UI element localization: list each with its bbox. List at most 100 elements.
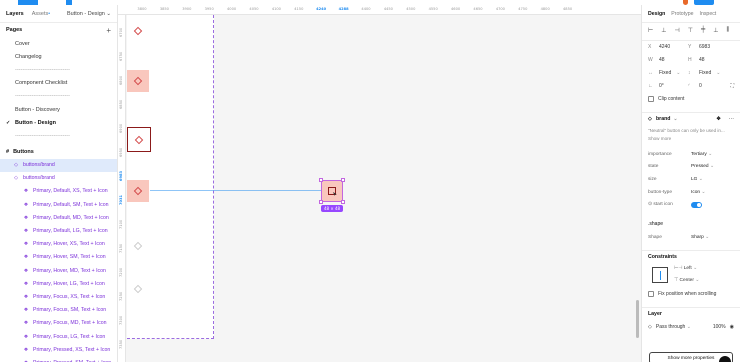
x-field[interactable]: X 4240: [648, 44, 688, 50]
tab-prototype[interactable]: Prototype: [671, 11, 693, 17]
tab-inspect[interactable]: Inspect: [700, 11, 717, 17]
layer-blend-row: ◇ Pass through ⌄ 100% ◉: [642, 321, 740, 334]
check-icon: ✓: [6, 119, 11, 126]
variant-select[interactable]: Icon ⌄: [691, 190, 705, 195]
selected-button[interactable]: [319, 178, 345, 204]
blend-mode-select[interactable]: Pass through ⌄: [656, 324, 691, 330]
constraint-vertical-select[interactable]: ⊤ Center ⌄: [674, 275, 699, 287]
show-more-link[interactable]: Show more: [642, 136, 740, 145]
layer-item[interactable]: ❖ Primary, Focus, MD, Text + Icon: [0, 317, 117, 330]
layer-item[interactable]: ❖ Primary, Default, MD, Text + Icon: [0, 211, 117, 224]
tab-design[interactable]: Design: [648, 11, 665, 17]
distribute-icon[interactable]: ⫼: [726, 27, 729, 34]
tab-assets[interactable]: Assets•: [32, 11, 50, 17]
page-item[interactable]: ------------------------------: [0, 63, 117, 76]
align-top-icon[interactable]: ⊤: [688, 27, 693, 34]
expand-radius-icon[interactable]: ⛶: [730, 83, 734, 89]
h-field[interactable]: H 48: [688, 57, 728, 63]
page-selector[interactable]: Button - Design ⌄: [67, 11, 111, 17]
w-field[interactable]: W 48: [648, 57, 688, 63]
fix-position-row[interactable]: Fix position when scrolling: [642, 288, 740, 301]
ruler-tick: 3900: [182, 7, 192, 11]
constraints-widget[interactable]: [652, 266, 668, 283]
layer-item[interactable]: ❖ Primary, Hover, MD, Text + Icon: [0, 264, 117, 277]
component-frame[interactable]: [127, 15, 214, 339]
variant-swatch[interactable]: [127, 70, 149, 92]
add-page-icon[interactable]: +: [106, 26, 111, 35]
align-left-icon[interactable]: ⊢: [648, 27, 653, 34]
fix-position-checkbox[interactable]: [648, 291, 654, 298]
properties-panel: Design Prototype Inspect ⊢ ⊥ ⊣ ⊤ ╪ ⊥ ⫼ X…: [641, 5, 740, 362]
ruler-tick: 4600: [451, 7, 461, 11]
layer-item[interactable]: ❖ Primary, Focus, SM, Text + Icon: [0, 304, 117, 317]
canvas[interactable]: 3800 3850 3900 3950 4000 4050 4100 4150 4240 4288…: [118, 5, 641, 362]
tab-layers[interactable]: Layers: [6, 11, 24, 17]
w-resizing-select[interactable]: ↔ Fixed ⌄: [648, 70, 688, 76]
layer-item[interactable]: ❖ Primary, Hover, XS, Text + Icon: [0, 238, 117, 251]
variant-icon: ❖: [23, 293, 29, 300]
chevron-down-icon: ⌄: [708, 164, 714, 170]
instance-name[interactable]: brand: [656, 116, 670, 122]
ruler-tick: 7200: [119, 267, 123, 277]
variant-icon: ❖: [23, 346, 29, 353]
more-icon[interactable]: ···: [729, 116, 734, 122]
ruler-tick: 6850: [119, 99, 123, 109]
clip-content-checkbox[interactable]: [648, 96, 654, 103]
layer-item[interactable]: ❖ Primary, Default, SM, Text + Icon: [0, 198, 117, 211]
position-row: X 4240 Y 6983: [642, 40, 740, 53]
variant-diamond[interactable]: [127, 20, 149, 42]
ruler-tick: 6983: [119, 170, 123, 181]
variant-select[interactable]: Pressed ⌄: [691, 164, 714, 169]
ruler-tick: 4050: [249, 7, 259, 11]
start-icon-toggle[interactable]: [691, 201, 702, 208]
resize-handle[interactable]: [319, 178, 323, 182]
variant-select[interactable]: Tertiary ⌄: [691, 152, 712, 157]
variant-pressed[interactable]: [127, 180, 149, 202]
resize-handle[interactable]: [319, 200, 323, 204]
go-to-component-icon[interactable]: ✥: [716, 116, 720, 122]
ruler-tick: 4800: [540, 7, 550, 11]
resize-handle[interactable]: [341, 200, 345, 204]
align-middle-icon[interactable]: ╪: [701, 27, 705, 33]
variant-icon: ❖: [23, 280, 29, 287]
chevron-down-icon[interactable]: ⌄: [673, 116, 677, 122]
h-resizing-select[interactable]: ↕ Fixed ⌄: [688, 70, 728, 76]
eye-icon[interactable]: ◉: [730, 324, 734, 330]
page-item[interactable]: Changelog: [0, 50, 117, 63]
rotation-field[interactable]: ∟ 0°: [648, 83, 688, 89]
opacity-field[interactable]: 100%: [713, 324, 726, 330]
layer-item[interactable]: ❖ Primary, Default, LG, Text + Icon: [0, 224, 117, 237]
clip-content-row[interactable]: Clip content: [642, 93, 740, 106]
ruler-tick: 4450: [383, 7, 393, 11]
layer-item[interactable]: ❖ Primary, Focus, LG, Text + Icon: [0, 330, 117, 343]
shape-select[interactable]: Sharp ⌄: [691, 235, 709, 240]
align-right-icon[interactable]: ⊣: [674, 27, 679, 34]
page-item[interactable]: Cover: [0, 37, 117, 50]
ruler-tick: 3950: [204, 7, 214, 11]
canvas-scrollbar[interactable]: [636, 300, 639, 338]
align-center-icon[interactable]: ⊥: [661, 27, 666, 34]
layer-item[interactable]: ❖ Primary, Focus, XS, Text + Icon: [0, 290, 117, 303]
layer-item[interactable]: ❖ Primary, Default, XS, Text + Icon: [0, 185, 117, 198]
layer-item[interactable]: ❖ Primary, Hover, LG, Text + Icon: [0, 277, 117, 290]
layer-selected[interactable]: ◇ buttons/brand: [0, 158, 117, 172]
help-button[interactable]: [719, 356, 731, 362]
layer-item[interactable]: ❖Primary, Pressed, SM, Text + Icon: [0, 356, 117, 362]
page-item[interactable]: Button - Discovery: [0, 103, 117, 116]
page-item[interactable]: ✓ Button - Design: [0, 116, 117, 129]
variant-focus[interactable]: [127, 127, 151, 152]
page-item[interactable]: ------------------------------: [0, 90, 117, 103]
variant-select[interactable]: LG ⌄: [691, 177, 703, 182]
layer-item[interactable]: ❖ Primary, Pressed, XS, Text + Icon: [0, 343, 117, 356]
constraint-horizontal-select[interactable]: ⊢⊣ Left ⌄: [674, 263, 699, 275]
layer-item[interactable]: ❖ Primary, Hover, SM, Text + Icon: [0, 251, 117, 264]
variant-disabled[interactable]: [127, 235, 149, 257]
page-item[interactable]: ------------------------------: [0, 129, 117, 142]
y-field[interactable]: Y 6983: [688, 44, 728, 50]
variant-disabled-2[interactable]: [127, 278, 149, 300]
page-item[interactable]: Component Checklist: [0, 77, 117, 90]
align-bottom-icon[interactable]: ⊥: [713, 27, 718, 34]
layer-parent[interactable]: ◇ buttons/brand: [0, 172, 117, 185]
radius-field[interactable]: ◜ 0: [688, 83, 728, 89]
resize-handle[interactable]: [341, 178, 345, 182]
